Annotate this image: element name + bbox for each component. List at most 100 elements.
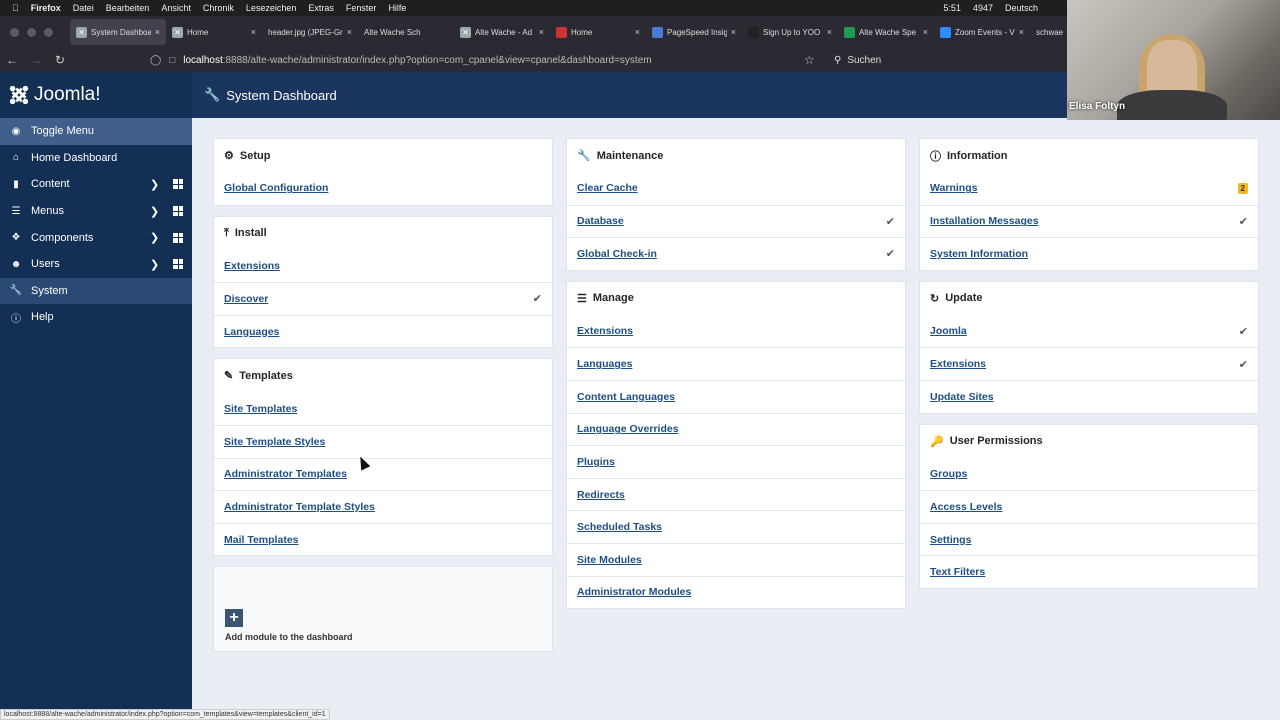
bookmark-star-icon[interactable]: ☆: [804, 53, 815, 67]
joomla-logo[interactable]: Joomla!: [0, 72, 192, 118]
tracking-shield-icon[interactable]: ◯: [150, 55, 161, 66]
tab-header-jpg[interactable]: header.jpg (JPEG-Gr ×: [262, 19, 358, 45]
chevron-right-icon[interactable]: ❯: [150, 178, 159, 191]
back-arrow-icon[interactable]: ←: [0, 53, 24, 67]
sidebar-item-toggle-menu[interactable]: ◉ Toggle Menu: [0, 118, 192, 145]
link-access-levels[interactable]: Access Levels: [930, 501, 1002, 513]
link-site-template-styles[interactable]: Site Template Styles: [224, 436, 325, 448]
link-plugins[interactable]: Plugins: [577, 456, 615, 468]
link-site-templates[interactable]: Site Templates: [224, 403, 297, 415]
link-joomla-update[interactable]: Joomla: [930, 325, 967, 337]
sidebar-item-help[interactable]: ⓘ Help: [0, 304, 192, 331]
link-administrator-templates[interactable]: Administrator Templates: [224, 468, 347, 480]
link-warnings[interactable]: Warnings: [930, 182, 977, 194]
link-installation-messages[interactable]: Installation Messages: [930, 215, 1039, 227]
sidebar-item-content[interactable]: ▮ Content ❯: [0, 171, 192, 198]
close-tab-icon[interactable]: ×: [251, 27, 256, 37]
tab-alte-wache-sch[interactable]: Alte Wache Sch: [358, 19, 454, 45]
sidebar-item-home-dashboard[interactable]: ⌂ Home Dashboard: [0, 145, 192, 172]
language-indicator[interactable]: Deutsch: [1005, 3, 1038, 13]
tab-yoo[interactable]: Sign Up to YOO ×: [742, 19, 838, 45]
tab-home[interactable]: ✕ Home ×: [166, 19, 262, 45]
plus-icon[interactable]: +: [225, 609, 243, 628]
menu-ansicht[interactable]: Ansicht: [161, 3, 191, 13]
link-global-check-in[interactable]: Global Check-in: [577, 248, 657, 260]
link-redirects[interactable]: Redirects: [577, 489, 625, 501]
link-update-extensions[interactable]: Extensions: [930, 358, 986, 370]
close-tab-icon[interactable]: ×: [923, 27, 928, 37]
link-system-information[interactable]: System Information: [930, 248, 1028, 260]
page-icon: □: [169, 54, 176, 66]
menu-extras[interactable]: Extras: [308, 3, 334, 13]
reload-icon[interactable]: ↻: [48, 53, 72, 67]
address-field[interactable]: ◯ □ localhost:8888/alte-wache/administra…: [150, 49, 830, 71]
link-manage-languages[interactable]: Languages: [577, 358, 632, 370]
dashboard-grid-icon[interactable]: [173, 206, 183, 217]
chevron-right-icon[interactable]: ❯: [150, 231, 159, 244]
menu-hilfe[interactable]: Hilfe: [388, 3, 406, 13]
link-global-configuration[interactable]: Global Configuration: [224, 182, 328, 194]
apple-icon[interactable]: : [12, 3, 19, 13]
link-settings[interactable]: Settings: [930, 534, 971, 546]
close-tab-icon[interactable]: ×: [347, 27, 352, 37]
chevron-right-icon[interactable]: ❯: [150, 205, 159, 218]
link-manage-extensions[interactable]: Extensions: [577, 325, 633, 337]
link-content-languages[interactable]: Content Languages: [577, 391, 675, 403]
link-scheduled-tasks[interactable]: Scheduled Tasks: [577, 521, 662, 533]
link-administrator-modules[interactable]: Administrator Modules: [577, 586, 691, 598]
close-tab-icon[interactable]: ×: [827, 27, 832, 37]
menu-app-firefox[interactable]: Firefox: [31, 3, 61, 13]
check-icon: ✔: [885, 215, 895, 228]
tab-system-dashboard[interactable]: ✕System Dashboard×: [70, 19, 166, 45]
link-groups[interactable]: Groups: [930, 468, 967, 480]
list-item: Global Check-in ✔: [567, 237, 905, 270]
forward-arrow-icon[interactable]: →: [24, 53, 48, 67]
link-discover[interactable]: Discover: [224, 293, 268, 305]
file-icon: ▮: [13, 178, 19, 190]
link-language-overrides[interactable]: Language Overrides: [577, 423, 679, 435]
close-tab-icon[interactable]: ×: [635, 27, 640, 37]
sidebar-item-components[interactable]: ❖ Components ❯: [0, 224, 192, 251]
sidebar-item-users[interactable]: ☻ Users ❯: [0, 251, 192, 278]
list-item: Extensions ✔: [920, 347, 1258, 380]
tab-alte-wache-spe[interactable]: Alte Wache Spe ×: [838, 19, 934, 45]
dashboard-grid-icon[interactable]: [173, 259, 183, 270]
sidebar-item-menus[interactable]: ☰ Menus ❯: [0, 198, 192, 225]
add-module-label[interactable]: Add module to the dashboard: [225, 632, 353, 642]
dashboard-column-2: 🔧 Maintenance Clear Cache Database ✔ Globa…: [566, 138, 906, 619]
menu-bearbeiten[interactable]: Bearbeiten: [106, 3, 150, 13]
link-text-filters[interactable]: Text Filters: [930, 566, 985, 578]
menu-chronik[interactable]: Chronik: [203, 3, 234, 13]
close-tab-icon[interactable]: ×: [731, 27, 736, 37]
tab-zoom-events[interactable]: Zoom Events - V ×: [934, 19, 1030, 45]
sidebar-item-system[interactable]: 🔧 System: [0, 277, 192, 305]
search-icon: ⚲: [834, 54, 842, 66]
close-tab-icon[interactable]: ×: [1019, 27, 1024, 37]
link-clear-cache[interactable]: Clear Cache: [577, 182, 638, 194]
tab-schwae[interactable]: schwae: [1030, 19, 1070, 45]
close-tab-icon[interactable]: ×: [155, 27, 160, 37]
menu-datei[interactable]: Datei: [73, 3, 94, 13]
link-administrator-template-styles[interactable]: Administrator Template Styles: [224, 501, 375, 513]
menu-lesezeichen[interactable]: Lesezeichen: [246, 3, 297, 13]
dashboard-grid-icon[interactable]: [173, 179, 183, 190]
search-field[interactable]: ⚲ Suchen: [828, 49, 1068, 71]
tab-home-2[interactable]: Home ×: [550, 19, 646, 45]
add-module-card[interactable]: + Add module to the dashboard: [213, 566, 553, 653]
link-mail-templates[interactable]: Mail Templates: [224, 534, 299, 546]
close-tab-icon[interactable]: ×: [539, 27, 544, 37]
list-item: Clear Cache: [567, 172, 905, 205]
key-icon: 🔑: [930, 435, 944, 448]
chevron-right-icon[interactable]: ❯: [150, 258, 159, 271]
tab-alte-wache-ad[interactable]: ✕ Alte Wache - Ad ×: [454, 19, 550, 45]
window-controls[interactable]: [0, 27, 70, 37]
list-item: Installation Messages ✔: [920, 204, 1258, 238]
tab-pagespeed[interactable]: PageSpeed Insig ×: [646, 19, 742, 45]
link-site-modules[interactable]: Site Modules: [577, 554, 642, 566]
link-update-sites[interactable]: Update Sites: [930, 391, 994, 403]
link-database[interactable]: Database: [577, 215, 624, 227]
menu-fenster[interactable]: Fenster: [346, 3, 377, 13]
link-install-extensions[interactable]: Extensions: [224, 260, 280, 272]
link-install-languages[interactable]: Languages: [224, 326, 279, 338]
dashboard-grid-icon[interactable]: [173, 232, 183, 243]
